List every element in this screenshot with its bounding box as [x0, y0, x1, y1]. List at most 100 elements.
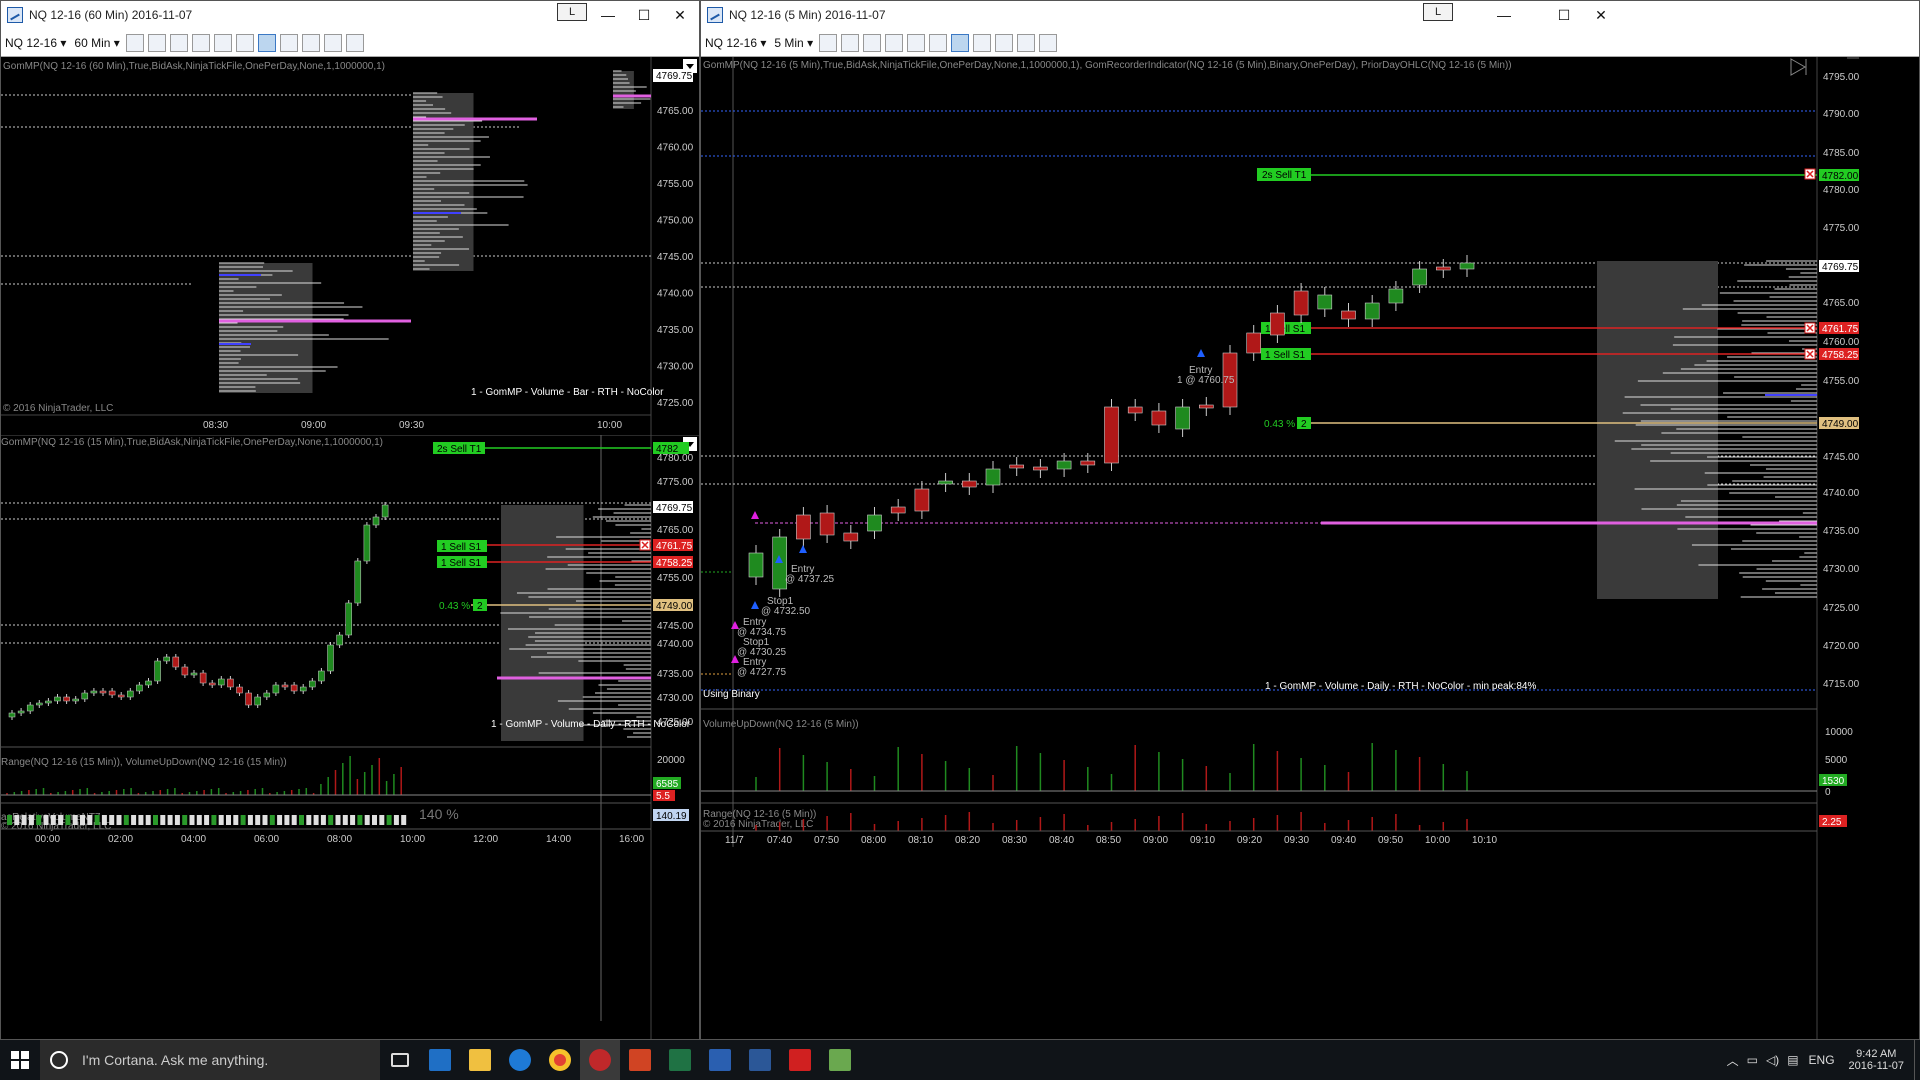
candle [90, 690, 98, 694]
time-axis-label: 08:50 [1096, 835, 1121, 846]
instrument-selector[interactable]: NQ 12-16 ▾ [1, 32, 70, 54]
rel-volume-bar [14, 815, 20, 825]
word-icon[interactable] [740, 1040, 780, 1080]
start-button[interactable] [0, 1040, 40, 1080]
properties-icon[interactable] [1039, 33, 1058, 52]
cursor-icon[interactable] [907, 33, 926, 52]
link-button[interactable]: L [1423, 3, 1453, 21]
line-draw-icon[interactable] [125, 33, 144, 52]
candle [199, 672, 207, 684]
copy-icon[interactable] [323, 33, 342, 52]
excel-icon[interactable] [660, 1040, 700, 1080]
candle [1317, 294, 1333, 310]
cortana-icon [50, 1051, 68, 1069]
rel-volume-bar [357, 815, 363, 825]
sparkle-icon[interactable] [169, 33, 188, 52]
zoom-icon[interactable] [929, 33, 948, 52]
outlook-icon[interactable] [420, 1040, 460, 1080]
right-title-bar[interactable]: NQ 12-16 (5 Min) 2016-11-07 L — ☐ ✕ [701, 1, 1919, 29]
template-icon[interactable] [995, 33, 1014, 52]
indicator-icon[interactable] [279, 33, 298, 52]
instrument-label: NQ 12-16 [705, 35, 758, 50]
language-indicator[interactable]: ENG [1809, 1053, 1835, 1067]
rel-volume-bar [131, 815, 137, 825]
zoom-icon[interactable] [235, 33, 254, 52]
interval-selector[interactable]: 5 Min ▾ [770, 32, 817, 54]
candle [163, 656, 170, 662]
candle [17, 710, 25, 714]
price-axis-label: 4750.00 [657, 216, 694, 227]
template-icon[interactable] [301, 33, 320, 52]
indicator-label: GomMP(NQ 12-16 (5 Min),True,BidAsk,Ninja… [703, 60, 1512, 71]
chart-15min[interactable]: GomMP(NQ 12-16 (15 Min),True,BidAsk,Ninj… [1, 434, 699, 1039]
instrument-selector[interactable]: NQ 12-16 ▾ [701, 32, 770, 54]
candle [218, 678, 225, 686]
price-axis-label: 4755.00 [657, 573, 694, 584]
dropdown-icon[interactable] [1847, 47, 1859, 59]
price-axis-label: 4730.00 [1823, 564, 1860, 575]
rel-volume-bar [262, 815, 268, 825]
media-icon[interactable] [780, 1040, 820, 1080]
candle [867, 514, 882, 532]
windows-logo-icon [11, 1051, 29, 1069]
properties-icon[interactable] [345, 33, 364, 52]
candle [208, 682, 216, 686]
time-axis-label: 00:00 [35, 834, 60, 845]
candle [961, 480, 977, 488]
cortana-search-box[interactable]: I'm Cortana. Ask me anything. [40, 1040, 380, 1080]
show-desktop[interactable] [1914, 1040, 1920, 1080]
file-explorer-icon[interactable] [460, 1040, 500, 1080]
annotation: @ 4737.25 [785, 574, 835, 585]
volume-icon[interactable]: ◁) [1766, 1053, 1779, 1067]
scroll-end-icon[interactable] [1790, 58, 1807, 76]
pencil-icon[interactable] [841, 33, 860, 52]
app-icon[interactable] [820, 1040, 860, 1080]
copy-icon[interactable] [1017, 33, 1036, 52]
left-chart-window: NQ 12-16 (60 Min) 2016-11-07 L — ☐ ✕ NQ … [0, 0, 700, 1040]
rel-value: 140.19 [656, 811, 687, 822]
price-axis-label: 4715.00 [1823, 679, 1860, 690]
order-sell-t1-label: 2s Sell T1 [1262, 170, 1307, 181]
close-icon[interactable]: ✕ [1581, 1, 1621, 29]
clock[interactable]: 9:42 AM 2016-11-07 [1849, 1048, 1904, 1072]
left-title-bar[interactable]: NQ 12-16 (60 Min) 2016-11-07 L — ☐ ✕ [1, 1, 699, 29]
candle [890, 506, 906, 514]
time-axis-label: 09:50 [1378, 835, 1403, 846]
eraser-icon[interactable] [191, 33, 210, 52]
link-button[interactable]: L [557, 3, 587, 21]
close-icon[interactable]: ✕ [657, 1, 699, 29]
chrome-icon[interactable] [540, 1040, 580, 1080]
ninjatrader-icon[interactable] [580, 1040, 620, 1080]
market-profile [500, 504, 651, 741]
pencil-icon[interactable] [147, 33, 166, 52]
powerpoint-icon[interactable] [620, 1040, 660, 1080]
interval-selector[interactable]: 60 Min ▾ [70, 32, 123, 54]
time-axis-label: 10:00 [597, 420, 622, 431]
chart-60min[interactable]: GomMP(NQ 12-16 (60 Min),True,BidAsk,Ninj… [1, 57, 699, 435]
candle-style-icon[interactable] [819, 33, 838, 52]
rel-volume-bar [28, 815, 34, 825]
strategy-icon[interactable] [257, 33, 276, 52]
task-view-icon[interactable] [380, 1040, 420, 1080]
rel-volume-bar [247, 815, 253, 825]
rel-volume-bar [7, 815, 12, 825]
cursor-icon[interactable] [213, 33, 232, 52]
sparkle-icon[interactable] [863, 33, 882, 52]
notifications-icon[interactable]: ▤ [1787, 1053, 1798, 1067]
strategy-icon[interactable] [951, 33, 970, 52]
time-axis-label: 02:00 [108, 834, 133, 845]
instrument-label: NQ 12-16 [5, 35, 58, 50]
time-axis-label: 08:30 [203, 420, 228, 431]
stop-price: 4758.25 [656, 558, 693, 569]
rel-volume-bar [372, 815, 377, 825]
candle [748, 552, 764, 578]
indicator-label: GomMP(NQ 12-16 (15 Min),True,BidAsk,Ninj… [1, 437, 383, 448]
chart-5min[interactable]: GomMP(NQ 12-16 (5 Min),True,BidAsk,Ninja… [701, 47, 1919, 1039]
eraser-icon[interactable] [885, 33, 904, 52]
tray-chevron-icon[interactable]: ︿ [1727, 1052, 1739, 1069]
network-icon[interactable]: ▭ [1747, 1053, 1758, 1067]
tws-icon[interactable] [700, 1040, 740, 1080]
edge-icon[interactable] [500, 1040, 540, 1080]
indicator-icon[interactable] [973, 33, 992, 52]
minimize-icon[interactable]: — [1481, 1, 1527, 29]
